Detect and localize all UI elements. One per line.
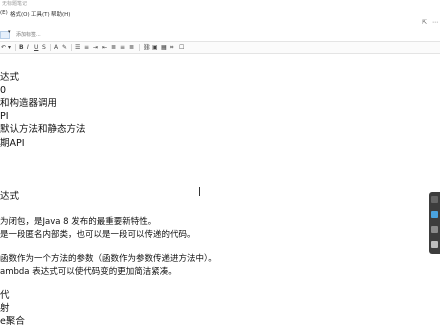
- doc-line: 默认方法和静态方法: [0, 124, 86, 135]
- menu-help[interactable]: 帮助(H): [51, 10, 70, 18]
- menu-edit[interactable]: (E): [0, 10, 8, 16]
- numbered-list-button[interactable]: ≡: [84, 43, 89, 52]
- doc-line: 函数作为一个方法的参数（函数作为参数传递进方法中）。: [0, 254, 217, 264]
- section-heading: 达式: [0, 191, 20, 202]
- code-button[interactable]: ⌗: [170, 43, 173, 52]
- menu-format[interactable]: 格式(O): [10, 10, 30, 18]
- outdent-button[interactable]: ⇤: [102, 43, 107, 52]
- highlight-icon[interactable]: ✎: [62, 43, 67, 52]
- back-icon[interactable]: [431, 196, 438, 203]
- doc-line: 为闭包，是Java 8 发布的最重要新特性。: [0, 217, 157, 227]
- text-cursor: [199, 187, 200, 196]
- italic-button[interactable]: I: [27, 43, 29, 52]
- align-right-icon[interactable]: ≣: [129, 43, 134, 52]
- doc-line: 射: [0, 303, 10, 314]
- doc-line: PI: [0, 111, 9, 122]
- image-button[interactable]: ▣: [152, 43, 158, 52]
- doc-line: 达式: [0, 72, 20, 83]
- indent-button[interactable]: ⇥: [93, 43, 98, 52]
- title-bar: 无标题笔记: [0, 0, 440, 8]
- mobile-icon[interactable]: [431, 241, 438, 248]
- align-center-icon[interactable]: ≡: [120, 43, 125, 52]
- doc-line: 期API: [0, 138, 25, 149]
- doc-line: 0: [0, 85, 7, 96]
- doc-line: 和构造器调用: [0, 98, 58, 109]
- share-icon[interactable]: [431, 226, 438, 233]
- doc-line: 代: [0, 290, 10, 301]
- divider: [71, 44, 72, 51]
- bullet-list-button[interactable]: ☰: [75, 43, 80, 52]
- doc-line: e聚合: [0, 316, 25, 327]
- window-title: 无标题笔记: [2, 1, 28, 7]
- share-icon[interactable]: ⇱: [422, 19, 427, 26]
- strikethrough-button[interactable]: S: [42, 43, 46, 52]
- more-icon[interactable]: ⋯: [432, 19, 438, 26]
- link-button[interactable]: ⛓: [143, 43, 151, 52]
- checkbox-icon[interactable]: ☐: [179, 43, 184, 52]
- doc-line: 是一段匿名内部类，也可以是一段可以传递的代码。: [0, 230, 196, 240]
- divider: [15, 44, 16, 51]
- add-tag-input[interactable]: 添加标签...: [16, 31, 41, 38]
- chevron-down-icon[interactable]: ▾: [8, 29, 11, 35]
- divider: [50, 44, 51, 51]
- undo-icon[interactable]: ↶: [1, 43, 6, 52]
- table-button[interactable]: ▦: [161, 43, 167, 52]
- bold-button[interactable]: B: [19, 43, 24, 52]
- menu-bar: (E) 格式(O) 工具(T) 帮助(H): [0, 8, 440, 20]
- note-editor[interactable]: 达式 0 和构造器调用 PI 默认方法和静态方法 期API 达式 为闭包，是Ja…: [0, 52, 440, 330]
- underline-button[interactable]: U: [34, 43, 38, 52]
- note-icon[interactable]: [431, 211, 438, 218]
- tag-bar: ▾ 添加标签...: [0, 29, 440, 39]
- divider: [139, 44, 140, 51]
- menu-tools[interactable]: 工具(T): [31, 10, 50, 18]
- align-left-icon[interactable]: ≣: [111, 43, 116, 52]
- font-color-icon[interactable]: A: [54, 43, 58, 52]
- doc-line: ambda 表达式可以使代码变的更加简洁紧凑。: [0, 267, 177, 277]
- side-panel: [429, 192, 440, 254]
- chevron-down-icon[interactable]: ▾: [8, 43, 11, 52]
